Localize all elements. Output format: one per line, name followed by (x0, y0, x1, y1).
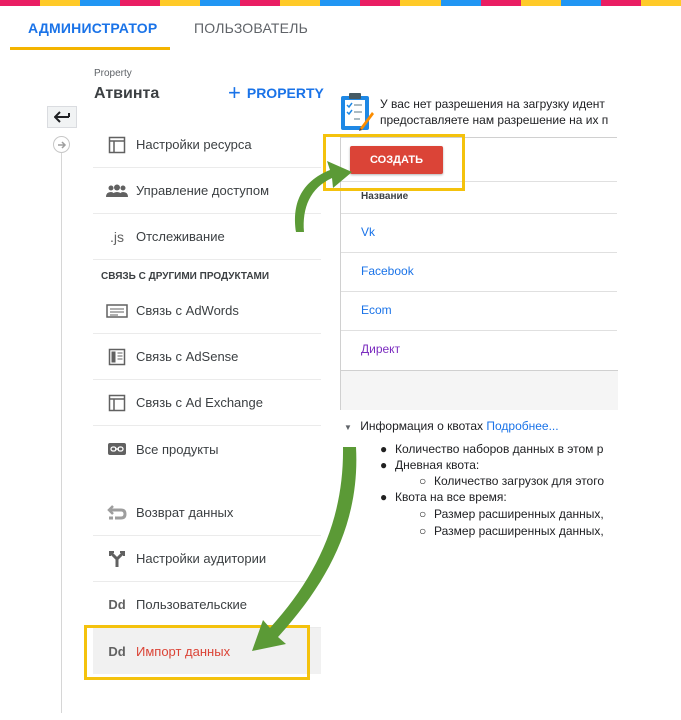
audience-icon (103, 550, 131, 568)
menu-item-tracking[interactable]: .js Отслеживание (93, 214, 321, 260)
menu-item-label: Связь с AdWords (136, 303, 239, 318)
adwords-icon (103, 303, 131, 318)
adexchange-icon (103, 394, 131, 412)
top-tabs: АДМИНИСТРАТОР ПОЛЬЗОВАТЕЛЬ (0, 6, 681, 50)
quota-item-text: Количество наборов данных в этом р (395, 442, 604, 456)
dataset-row[interactable]: Vk (341, 214, 617, 253)
quota-more-link[interactable]: Подробнее... (486, 419, 558, 433)
circle-bullet-icon: ○ (419, 507, 427, 521)
menu-spacer (93, 472, 321, 490)
add-property-button[interactable]: + PROPERTY (228, 80, 324, 105)
quota-subitem: ○ Размер расширенных данных, (419, 507, 617, 524)
menu-item-label: Пользовательские (136, 597, 248, 612)
dataset-row[interactable]: Facebook (341, 253, 617, 292)
menu-item-label: Связь с Ad Exchange (136, 395, 263, 410)
circle-bullet-icon: ○ (419, 524, 427, 538)
menu-item-custom-definitions[interactable]: Dd Пользовательские (93, 582, 321, 628)
notice-line-2: предоставляете нам разрешение на их п (380, 113, 609, 127)
back-arrow-icon (54, 111, 70, 123)
notice-line-1: У вас нет разрешения на загрузку идент (380, 97, 605, 111)
menu-item-label: Отслеживание (136, 229, 225, 244)
quota-item: ● Квота на все время: (380, 490, 617, 507)
forward-arrow-icon (57, 140, 66, 149)
tree-line (61, 153, 62, 713)
menu-item-label: Настройки аудитории (136, 551, 267, 566)
dd-icon: Dd (108, 597, 126, 612)
menu-item-label: Управление доступом (136, 183, 270, 198)
permission-notice: У вас нет разрешения на загрузку идент п… (380, 96, 617, 128)
menu-item-audience-settings[interactable]: Настройки аудитории (93, 536, 321, 582)
quota-title: Информация о квотах (360, 419, 484, 433)
quota-item: ● Количество наборов данных в этом р (380, 442, 617, 459)
plus-icon: + (228, 80, 241, 105)
menu-item-label: Связь с AdSense (136, 349, 239, 364)
dataset-row[interactable]: Директ (341, 331, 617, 370)
data-return-icon (103, 503, 131, 523)
quota-subitem: ○ Размер расширенных данных, (419, 524, 617, 541)
menu-item-access-management[interactable]: Управление доступом (93, 168, 321, 214)
highlight-data-import (84, 625, 310, 680)
menu-item-label: Возврат данных (136, 505, 234, 520)
quota-item-text: Квота на все время: (395, 490, 507, 504)
table-footer (341, 370, 618, 410)
triangle-down-icon: ▼ (344, 423, 352, 432)
quota-item: ● Дневная квота: (380, 458, 617, 475)
forward-arrow-button[interactable] (53, 136, 70, 153)
js-icon: .js (110, 228, 124, 245)
property-name: Атвинта (94, 85, 160, 102)
tab-admin[interactable]: АДМИНИСТРАТОР (28, 20, 157, 36)
menu-item-data-return[interactable]: Возврат данных (93, 490, 321, 536)
menu-item-adsense-link[interactable]: Связь с AdSense (93, 334, 321, 380)
adsense-icon (103, 348, 131, 366)
quota-item-text: Размер расширенных данных, (434, 524, 604, 538)
highlight-create-button (323, 134, 465, 191)
property-label: Property (94, 68, 132, 79)
menu-item-label: Все продукты (136, 441, 219, 457)
bullet-icon: ● (380, 442, 388, 456)
tab-user[interactable]: ПОЛЬЗОВАТЕЛЬ (194, 20, 308, 36)
bullet-icon: ● (380, 490, 388, 504)
dataset-row[interactable]: Ecom (341, 292, 617, 331)
quota-subitem: ○ Количество загрузок для этого (419, 474, 617, 491)
quota-info-toggle[interactable]: ▼ Информация о квотах Подробнее... (344, 419, 559, 433)
quota-item-text: Дневная квота: (395, 458, 480, 472)
add-property-label: PROPERTY (246, 85, 324, 101)
window-icon (103, 136, 131, 154)
property-menu: Настройки ресурса Управление доступом .j… (93, 122, 321, 674)
quota-item-text: Количество загрузок для этого (434, 474, 605, 488)
active-tab-indicator (10, 47, 170, 50)
menu-item-adwords-link[interactable]: Связь с AdWords (93, 288, 321, 334)
menu-item-all-products[interactable]: Все продукты (93, 426, 321, 472)
link-icon (103, 442, 131, 456)
menu-item-property-settings[interactable]: Настройки ресурса (93, 122, 321, 168)
circle-bullet-icon: ○ (419, 474, 427, 488)
bullet-icon: ● (380, 458, 388, 472)
quota-item-text: Размер расширенных данных, (434, 507, 604, 521)
people-icon (103, 184, 131, 198)
menu-item-adexchange-link[interactable]: Связь с Ad Exchange (93, 380, 321, 426)
clipboard-checklist-icon (341, 93, 374, 131)
menu-section-title: СВЯЗЬ С ДРУГИМИ ПРОДУКТАМИ (101, 271, 270, 282)
back-arrow-button[interactable] (47, 106, 77, 128)
menu-item-label: Настройки ресурса (136, 137, 252, 152)
